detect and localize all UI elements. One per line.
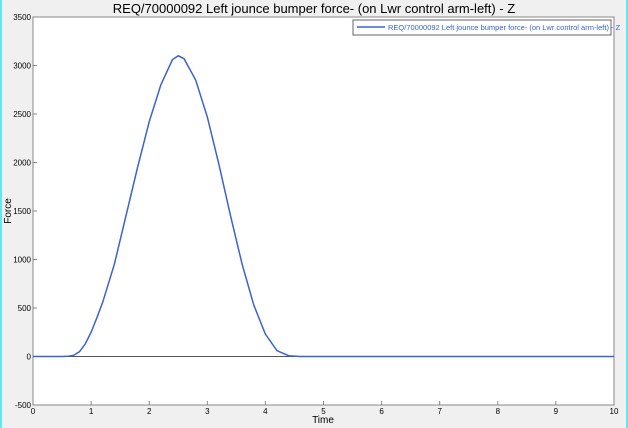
x-tick-label: 1 — [89, 407, 94, 416]
x-tick-label: 6 — [379, 407, 384, 416]
x-axis-label: Time — [312, 415, 334, 426]
x-tick-label: 8 — [496, 407, 501, 416]
y-tick-label: 0 — [27, 353, 32, 362]
x-tick-label: 4 — [263, 407, 268, 416]
x-tick-label: 2 — [147, 407, 152, 416]
y-tick-label: 500 — [18, 304, 32, 313]
y-tick-label: 3500 — [13, 13, 31, 22]
x-tick-label: 7 — [437, 407, 442, 416]
y-tick-label: 3000 — [13, 62, 31, 71]
y-tick-label: 2000 — [13, 159, 31, 168]
y-axis-label: Force — [3, 198, 14, 224]
chart-canvas: 0 1 2 3 4 5 6 7 8 9 103500300025002000150010005000… — [3, 13, 621, 426]
legend[interactable]: REQ/70000092 Left jounce bumper force- (… — [352, 19, 621, 36]
legend-label: REQ/70000092 Left jounce bumper force- (… — [388, 23, 621, 32]
x-tick-label: 9 — [554, 407, 559, 416]
plot-area — [32, 16, 615, 406]
y-tick-label: 2500 — [13, 110, 31, 119]
x-tick-label: 3 — [205, 407, 210, 416]
y-tick-label: 1500 — [13, 207, 31, 216]
x-tick-label: 10 — [610, 407, 619, 416]
x-tick-label: 0 — [31, 407, 36, 416]
y-tick-label: 1000 — [13, 256, 31, 265]
y-tick-label: -500 — [15, 401, 32, 410]
